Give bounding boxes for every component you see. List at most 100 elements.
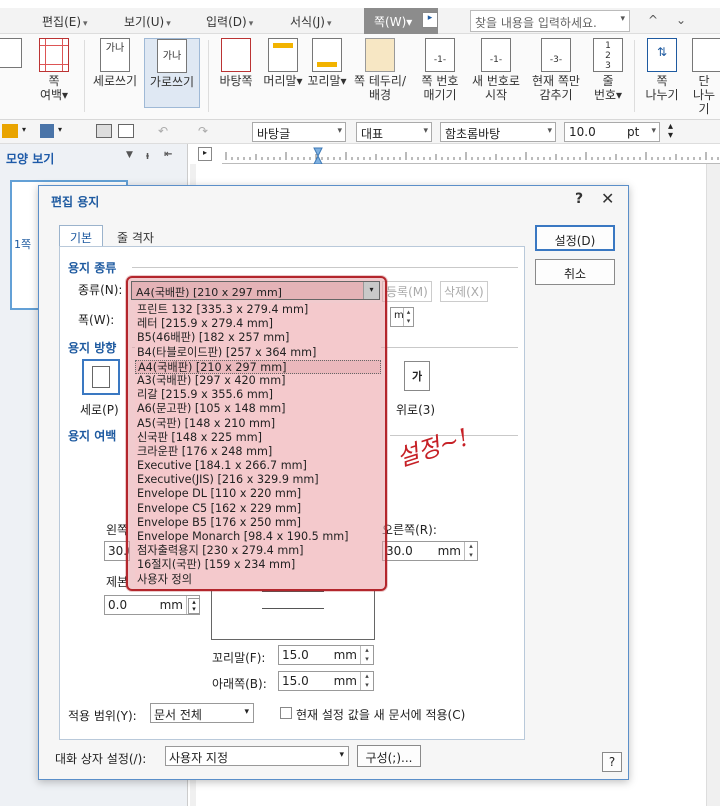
- portrait-label: 세로(P): [80, 403, 119, 417]
- close-icon[interactable]: ✕: [601, 189, 614, 208]
- apply-new-checkbox[interactable]: [280, 707, 292, 719]
- paper-option[interactable]: B5(46배판) [182 x 257 mm]: [135, 331, 381, 345]
- menu-format[interactable]: 서식(J) ▾: [290, 13, 332, 30]
- paper-option[interactable]: 신국판 [148 x 225 mm]: [135, 431, 381, 445]
- footer-button[interactable]: 꼬리말▾: [306, 38, 348, 88]
- paper-option[interactable]: Envelope C5 [162 x 229 mm]: [135, 502, 381, 516]
- scope-select[interactable]: 문서 전체 ▾: [150, 703, 254, 723]
- line-number-button[interactable]: 123 줄 번호▾: [588, 38, 628, 102]
- vertical-writing-button[interactable]: 가나 세로쓰기: [88, 38, 142, 88]
- preview-icon[interactable]: [118, 124, 134, 138]
- dialog-title: 편집 용지: [51, 195, 100, 209]
- cancel-button[interactable]: 취소: [535, 259, 615, 285]
- paper-option[interactable]: 사용자 정의: [135, 573, 381, 587]
- column-break-label2: 나누기: [692, 88, 716, 116]
- menu-expand-icon[interactable]: ▸: [422, 12, 438, 28]
- format-toolbar: ▾ ▾ ↶ ↷ 바탕글 ▾ 대표 ▾ 함초롬바탕 ▾ 10.0 pt ▾ ▴ ▾: [0, 120, 720, 144]
- menu-view[interactable]: 보기(U) ▾: [124, 13, 171, 30]
- page-number-label2: 매기기: [423, 88, 457, 102]
- help-icon[interactable]: ?: [575, 191, 583, 207]
- binding-input[interactable]: 0.0mm▴▾: [104, 595, 200, 615]
- ok-button[interactable]: 설정(D): [535, 225, 615, 251]
- page-button-partial[interactable]: [0, 38, 22, 70]
- paper-option[interactable]: Envelope Monarch [98.4 x 190.5 mm]: [135, 530, 381, 544]
- ribbon-expand-icon[interactable]: ⌄: [676, 13, 686, 27]
- right-margin-input[interactable]: 30.0 mm ▴ ▾: [382, 541, 478, 561]
- dialog-setting-select[interactable]: 사용자 지정 ▾: [165, 746, 349, 766]
- compose-button[interactable]: 구성(;)...: [357, 745, 421, 767]
- paper-option[interactable]: Envelope DL [110 x 220 mm]: [135, 487, 381, 501]
- paper-option[interactable]: 레터 [215.9 x 279.4 mm]: [135, 317, 381, 331]
- undo-icon[interactable]: ↶: [158, 124, 168, 138]
- paper-option[interactable]: B4(타블로이드판) [257 x 364 mm]: [135, 346, 381, 360]
- font-size-input[interactable]: 10.0 pt ▾: [564, 122, 660, 142]
- paper-option[interactable]: 크라운판 [176 x 248 mm]: [135, 445, 381, 459]
- portrait-button[interactable]: [82, 359, 120, 395]
- paper-option[interactable]: 16절지(국판) [159 x 234 mm]: [135, 558, 381, 572]
- collapse-pane-icon[interactable]: ⇤: [164, 149, 172, 160]
- footer-margin-input[interactable]: 15.0 mm ▴ ▾: [278, 645, 374, 665]
- new-number-button[interactable]: -1- 새 번호로 시작: [468, 38, 524, 102]
- line-number-label2: 번호▾: [593, 88, 623, 102]
- binding-spin-icon[interactable]: ▴ ▾: [188, 598, 200, 614]
- page-margin-button[interactable]: 쪽 여백▾: [32, 38, 76, 102]
- paragraph-select[interactable]: 대표 ▾: [356, 122, 432, 142]
- ruler-tab-icon[interactable]: ▸: [198, 147, 212, 161]
- paper-option[interactable]: 리갈 [215.9 x 355.6 mm]: [135, 388, 381, 402]
- chevron-down-icon[interactable]: ▼: [126, 150, 133, 160]
- paper-option[interactable]: Envelope B5 [176 x 250 mm]: [135, 516, 381, 530]
- vertical-writing-icon: 가나: [100, 38, 130, 72]
- new-number-icon: -1-: [481, 38, 511, 72]
- horizontal-writing-button[interactable]: 가나 가로쓰기: [144, 38, 200, 108]
- tab-basic[interactable]: 기본: [59, 225, 103, 247]
- menu-edit[interactable]: 편집(E) ▾: [42, 13, 88, 30]
- page-break-button[interactable]: ⇅ 쪽 나누기: [640, 38, 684, 102]
- width-unit-field[interactable]: m ▴ ▾: [390, 307, 414, 327]
- vertical-scrollbar[interactable]: [706, 164, 720, 806]
- open-folder-icon[interactable]: [2, 124, 18, 138]
- right-margin-label: 오른쪽(R):: [382, 523, 437, 537]
- chevron-down-icon[interactable]: ▾: [58, 125, 62, 134]
- pane-title: 모양 보기: [6, 152, 55, 166]
- pin-icon[interactable]: ᵼ: [146, 149, 149, 162]
- master-page-button[interactable]: 바탕쪽: [214, 38, 258, 88]
- master-page-label: 바탕쪽: [219, 74, 253, 88]
- style-select[interactable]: 바탕글 ▾: [252, 122, 346, 142]
- help-icon[interactable]: ?: [602, 752, 622, 772]
- page-margin-label2: 여백▾: [39, 88, 69, 102]
- ribbon-collapse-icon[interactable]: ^: [648, 13, 658, 27]
- hide-current-page-button[interactable]: -3- 현재 쪽만 감추기: [526, 38, 586, 102]
- save-icon[interactable]: [40, 124, 54, 138]
- paper-type-select[interactable]: A4(국배판) [210 x 297 mm] ▾: [131, 281, 380, 300]
- paper-option[interactable]: A5(국판) [148 x 210 mm]: [135, 417, 381, 431]
- paper-option[interactable]: 점자출력용지 [230 x 279.4 mm]: [135, 544, 381, 558]
- paper-option[interactable]: Executive(JIS) [216 x 329.9 mm]: [135, 473, 381, 487]
- chevron-down-icon[interactable]: ▾: [363, 282, 379, 299]
- bottom-margin-input[interactable]: 15.0 mm ▴ ▾: [278, 671, 374, 691]
- line-number-label: 줄: [602, 74, 614, 88]
- page-number-button[interactable]: -1- 쪽 번호 매기기: [414, 38, 466, 102]
- page-icon: [0, 38, 22, 68]
- paper-option[interactable]: A3(국배판) [297 x 420 mm]: [135, 374, 381, 388]
- paper-option[interactable]: A6(문고판) [105 x 148 mm]: [135, 402, 381, 416]
- section-margin: 용지 여백: [68, 429, 117, 443]
- font-size-spin-icon[interactable]: ▴ ▾: [668, 122, 673, 141]
- font-select[interactable]: 함초롬바탕 ▾: [440, 122, 556, 142]
- menu-insert[interactable]: 입력(D) ▾: [206, 13, 253, 30]
- tab-line-grid[interactable]: 줄 격자: [117, 229, 154, 246]
- header-button[interactable]: 머리말▾: [262, 38, 304, 88]
- print-icon[interactable]: [96, 124, 112, 138]
- page-border-label: 쪽 테두리/: [353, 74, 407, 88]
- landscape-button[interactable]: 가: [404, 361, 430, 391]
- search-input[interactable]: 찾을 내용을 입력하세요. ▾: [470, 10, 630, 32]
- paper-option[interactable]: 프린트 132 [335.3 x 279.4 mm]: [135, 303, 381, 317]
- delete-button[interactable]: 삭제(X): [440, 281, 488, 302]
- redo-icon[interactable]: ↷: [198, 124, 208, 138]
- paper-option[interactable]: Executive [184.1 x 266.7 mm]: [135, 459, 381, 473]
- page-border-button[interactable]: 쪽 테두리/ 배경: [350, 38, 410, 102]
- register-button[interactable]: 등록(M): [382, 281, 432, 302]
- section-paper-type: 용지 종류: [68, 261, 117, 275]
- paper-option[interactable]: A4(국배판) [210 x 297 mm]: [135, 359, 381, 374]
- chevron-down-icon[interactable]: ▾: [22, 125, 26, 134]
- column-break-button[interactable]: 단 나누기: [688, 38, 720, 116]
